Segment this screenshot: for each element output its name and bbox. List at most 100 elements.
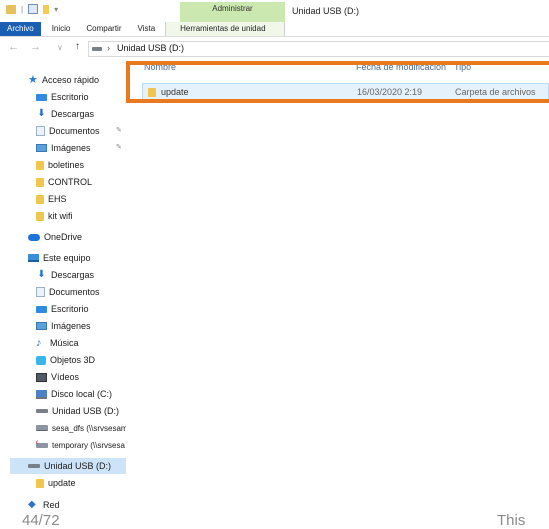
documents-icon [36, 126, 45, 136]
folder-icon [6, 4, 16, 14]
nav-usb-drive-selected[interactable]: Unidad USB (D:) [10, 458, 126, 474]
nav-label: Documentos [49, 287, 100, 297]
star-icon: ★ [28, 74, 38, 86]
documents-icon [36, 287, 45, 297]
annotation-highlight-box [126, 61, 549, 103]
nav-label: update [48, 478, 76, 488]
customize-toolbar-icon[interactable]: ▾ [54, 5, 58, 14]
nav-item-pc-disco-local[interactable]: Disco local (C:) [36, 386, 162, 402]
separator: | [21, 4, 24, 14]
local-disk-icon [36, 389, 47, 399]
ribbon-divider [0, 36, 549, 37]
nav-item-pc-sesa-dfs[interactable]: sesa_dfs (\\srvsesam [36, 420, 126, 436]
nav-item-pc-videos[interactable]: Vídeos [36, 369, 162, 385]
usb-drive-icon [92, 47, 102, 51]
nav-label: Música [50, 338, 79, 348]
nav-item-pc-musica[interactable]: ♪ Música [36, 335, 162, 351]
tab-compartir[interactable]: Compartir [79, 22, 128, 36]
new-folder-icon[interactable] [43, 4, 50, 14]
page-number: 44/72 [22, 512, 60, 529]
folder-icon [36, 160, 44, 170]
nav-label: Disco local (C:) [51, 389, 113, 399]
back-arrow-icon[interactable]: ← [8, 41, 19, 53]
nav-label: EHS [48, 194, 67, 204]
nav-item-pc-unidad-usb[interactable]: Unidad USB (D:) [36, 403, 162, 419]
nav-network[interactable]: ◆ Red [28, 497, 154, 513]
folder-icon [36, 177, 44, 187]
usb-drive-icon [36, 409, 48, 413]
network-drive-icon [36, 425, 48, 431]
navigation-bar: ← → ∨ ↑ › Unidad USB (D:) [0, 40, 549, 57]
nav-label: Imágenes [51, 321, 91, 331]
ribbon-tabs: Archivo Inicio Compartir Vista Herramien… [0, 22, 549, 36]
nav-item-ehs[interactable]: EHS [36, 191, 162, 207]
nav-label: Red [43, 500, 60, 510]
nav-item-pc-temporary[interactable]: temporary (\\srvsesa [36, 437, 126, 453]
music-icon: ♪ [36, 337, 42, 349]
nav-item-pc-documentos[interactable]: Documentos [36, 284, 162, 300]
nav-label: Unidad USB (D:) [44, 461, 112, 471]
quick-access-toolbar: | ▾ [6, 4, 58, 14]
nav-item-imagenes[interactable]: Imágenes ✎ [36, 140, 126, 156]
desktop-icon [36, 93, 47, 101]
nav-label: Este equipo [43, 253, 91, 263]
desktop-icon [36, 305, 47, 313]
downloads-icon: ⬇ [37, 108, 46, 119]
pictures-icon [36, 322, 47, 330]
pin-icon[interactable]: ✎ [116, 143, 122, 151]
tab-inicio[interactable]: Inicio [45, 22, 78, 36]
nav-label: CONTROL [48, 177, 93, 187]
nav-label: Descargas [51, 270, 95, 280]
properties-icon[interactable] [28, 4, 39, 14]
onedrive-cloud-icon [28, 233, 40, 241]
contextual-tab-group-label: Administrar [212, 4, 253, 13]
nav-label: Acceso rápido [42, 75, 100, 85]
recent-locations-chevron-icon[interactable]: ∨ [57, 43, 63, 52]
videos-icon [36, 372, 47, 382]
folder-icon [36, 478, 44, 488]
nav-label: Escritorio [51, 304, 89, 314]
pin-icon[interactable]: ✎ [116, 126, 122, 134]
nav-item-pc-objetos-3d[interactable]: Objetos 3D [36, 352, 162, 368]
nav-onedrive[interactable]: OneDrive [28, 229, 154, 245]
network-icon: ◆ [28, 499, 36, 510]
breadcrumb-current[interactable]: Unidad USB (D:) [117, 43, 184, 53]
nav-item-kit-wifi[interactable]: kit wifi [36, 208, 162, 224]
disconnected-drive-icon [36, 439, 48, 448]
nav-item-descargas[interactable]: ⬇ Descargas [36, 106, 162, 122]
nav-label: Imágenes [51, 143, 91, 153]
nav-this-pc[interactable]: Este equipo [28, 250, 154, 266]
nav-label: Descargas [51, 109, 95, 119]
window-title: Unidad USB (D:) [292, 6, 360, 16]
computer-icon [28, 254, 39, 262]
footer-text: This [497, 512, 526, 529]
nav-item-documentos[interactable]: Documentos ✎ [36, 123, 126, 139]
nav-label: boletines [48, 160, 85, 170]
nav-label: kit wifi [48, 211, 73, 221]
nav-item-pc-imagenes[interactable]: Imágenes [36, 318, 162, 334]
address-bar[interactable]: › Unidad USB (D:) [88, 41, 549, 57]
tab-herramientas-de-unidad[interactable]: Herramientas de unidad [165, 22, 285, 36]
downloads-icon: ⬇ [37, 269, 46, 280]
nav-label: Escritorio [51, 92, 89, 102]
tab-vista[interactable]: Vista [131, 22, 163, 36]
objects-3d-icon [36, 355, 46, 365]
nav-item-boletines[interactable]: boletines [36, 157, 162, 173]
folder-icon [36, 211, 44, 221]
nav-label: Unidad USB (D:) [52, 406, 120, 416]
nav-item-control[interactable]: CONTROL [36, 174, 162, 190]
up-arrow-icon[interactable]: ↑ [75, 41, 80, 52]
navigation-pane: ★ Acceso rápido Escritorio ⬇ Descargas D… [0, 70, 126, 510]
breadcrumb-chevron-icon[interactable]: › [107, 43, 110, 53]
nav-label: Documentos [49, 126, 100, 136]
nav-label: Objetos 3D [50, 355, 96, 365]
nav-item-pc-descargas[interactable]: ⬇ Descargas [36, 267, 162, 283]
nav-label: sesa_dfs (\\srvsesam [52, 423, 126, 433]
forward-arrow-icon[interactable]: → [30, 41, 41, 53]
nav-item-usb-update[interactable]: update [36, 475, 162, 491]
nav-label: temporary (\\srvsesa [52, 440, 125, 450]
nav-item-pc-escritorio[interactable]: Escritorio [36, 301, 162, 317]
pictures-icon [36, 144, 47, 152]
nav-label: OneDrive [44, 232, 83, 242]
tab-archivo[interactable]: Archivo [0, 22, 41, 36]
